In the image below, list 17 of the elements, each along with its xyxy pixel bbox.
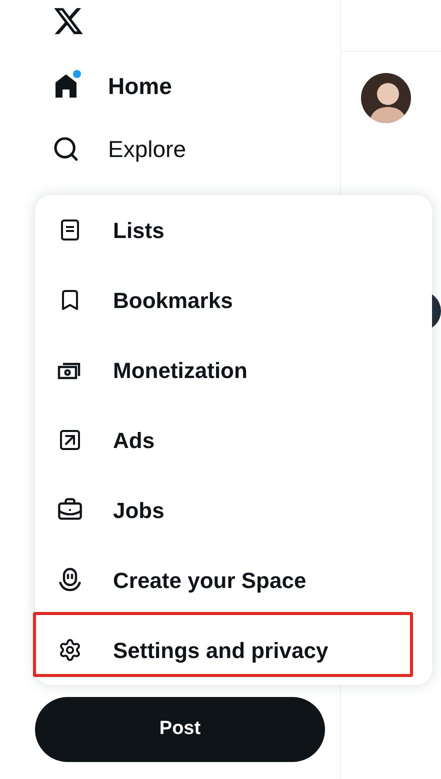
menu-item[interactable]: Settings and privacy [35, 615, 432, 685]
menu-item[interactable]: Create your Space [35, 545, 432, 615]
menu-item[interactable]: Lists [35, 195, 432, 265]
post-button[interactable]: Post [35, 697, 325, 762]
briefcase-icon [57, 497, 83, 523]
microphone-icon [57, 567, 83, 593]
document-icon [58, 218, 82, 242]
nav-link[interactable]: Explore [52, 122, 340, 176]
menu-item[interactable]: Monetization [35, 335, 432, 405]
menu-item[interactable]: Ads [35, 405, 432, 475]
search-icon [52, 135, 80, 163]
x-logo-icon[interactable] [52, 5, 85, 37]
menu-item[interactable]: Bookmarks [35, 265, 432, 335]
menu-item[interactable]: Jobs [35, 475, 432, 545]
nav-link[interactable]: Home [52, 59, 340, 113]
settings-icon [58, 638, 82, 662]
arrow-square-icon [58, 428, 82, 452]
